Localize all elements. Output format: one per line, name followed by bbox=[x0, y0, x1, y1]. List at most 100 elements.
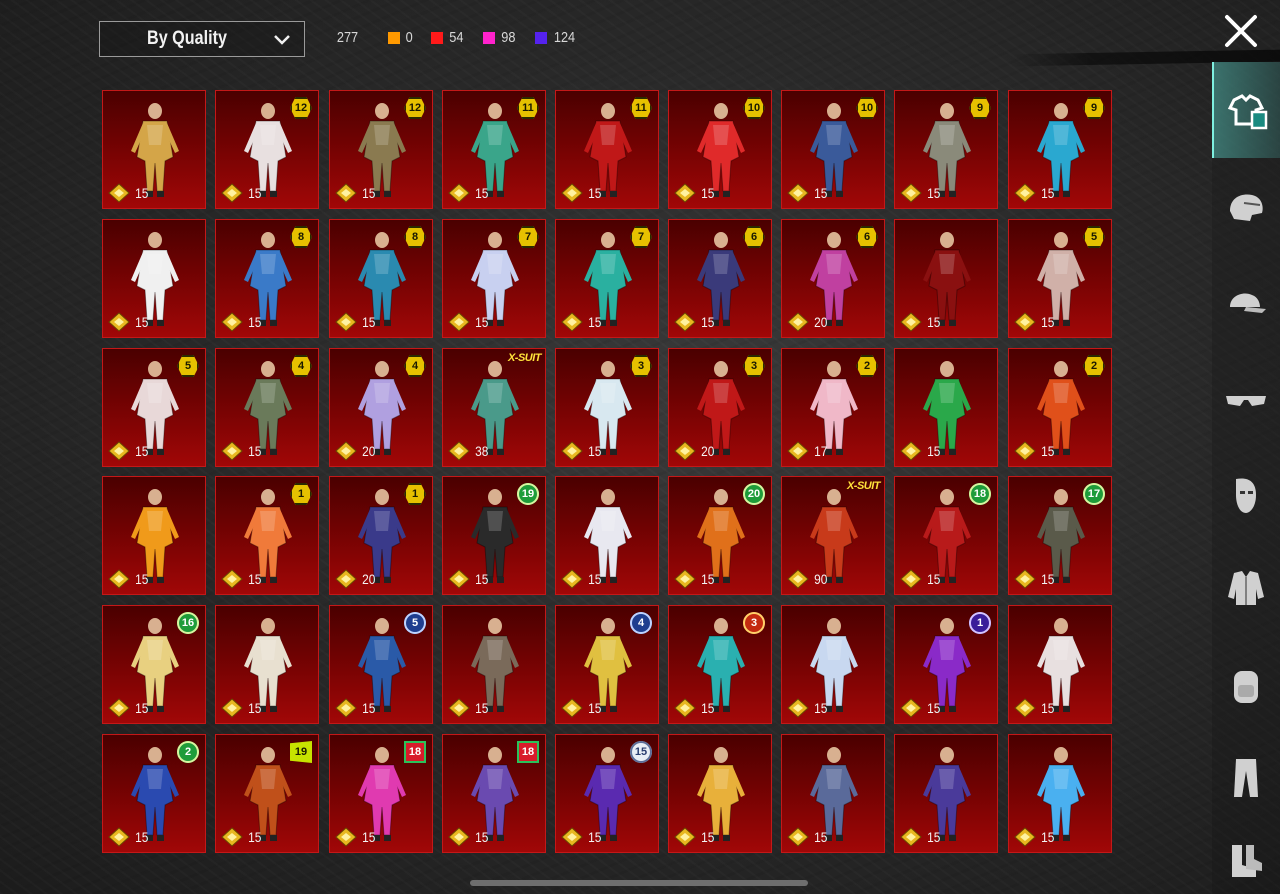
rank-value: 20 bbox=[701, 443, 715, 459]
rank-value: 15 bbox=[362, 700, 376, 716]
outfit-card[interactable]: 11 15 bbox=[555, 90, 659, 209]
close-icon[interactable] bbox=[1222, 12, 1260, 50]
sidebar-item-helmet[interactable] bbox=[1212, 172, 1280, 242]
level-badge: 18 bbox=[517, 741, 539, 763]
count-value: 98 bbox=[501, 29, 516, 46]
outfit-card[interactable]: 5 15 bbox=[102, 348, 206, 467]
outfit-card[interactable]: 15 bbox=[894, 348, 998, 467]
sort-dropdown[interactable]: By Quality bbox=[99, 21, 305, 57]
outfit-card[interactable]: 3 20 bbox=[668, 348, 772, 467]
rank-points: 15 bbox=[674, 569, 716, 589]
outfit-card[interactable]: 10 15 bbox=[668, 90, 772, 209]
pants-icon bbox=[1234, 759, 1258, 797]
outfit-card[interactable]: 4 20 bbox=[329, 348, 433, 467]
outfit-card[interactable]: 4 15 bbox=[555, 605, 659, 724]
outfit-grid: 15 12 15 12 15 11 15 11 15 10 15 10 15 9 15 9 15 15 8 15 8 15… bbox=[102, 90, 1114, 862]
outfit-card[interactable]: 9 15 bbox=[1008, 90, 1112, 209]
level-badge: 19 bbox=[517, 483, 539, 505]
home-indicator[interactable] bbox=[470, 880, 808, 886]
rank-emblem-icon bbox=[108, 569, 130, 589]
outfit-card[interactable]: 5 15 bbox=[1008, 219, 1112, 338]
rank-value: 15 bbox=[588, 443, 602, 459]
rank-emblem-icon bbox=[787, 698, 809, 718]
rank-emblem-icon bbox=[674, 827, 696, 847]
outfit-card[interactable]: 7 15 bbox=[555, 219, 659, 338]
sidebar-item-outfit[interactable] bbox=[1212, 62, 1280, 158]
outfit-card[interactable]: 18 15 bbox=[329, 734, 433, 853]
rank-points: 15 bbox=[335, 183, 377, 203]
outfit-card[interactable]: 8 15 bbox=[329, 219, 433, 338]
sidebar-item-glasses[interactable] bbox=[1212, 363, 1280, 433]
level-badge-value: 16 bbox=[181, 617, 195, 629]
outfit-card[interactable]: 10 15 bbox=[781, 90, 885, 209]
outfit-card[interactable]: 15 bbox=[781, 605, 885, 724]
outfit-card[interactable]: 15 bbox=[1008, 605, 1112, 724]
level-badge-value: 1 bbox=[297, 488, 305, 500]
outfit-card[interactable]: 15 bbox=[894, 219, 998, 338]
sidebar-item-shoes[interactable] bbox=[1212, 824, 1280, 894]
outfit-card[interactable]: 15 bbox=[102, 90, 206, 209]
sidebar-item-jacket[interactable] bbox=[1212, 552, 1280, 622]
rank-points: 15 bbox=[221, 183, 263, 203]
outfit-card[interactable]: 12 15 bbox=[329, 90, 433, 209]
outfit-card[interactable]: 5 15 bbox=[329, 605, 433, 724]
outfit-card[interactable]: 9 15 bbox=[894, 90, 998, 209]
outfit-card[interactable]: 2 15 bbox=[1008, 348, 1112, 467]
rank-value: 15 bbox=[248, 443, 262, 459]
outfit-card[interactable]: 3 15 bbox=[668, 605, 772, 724]
sidebar-item-mask[interactable] bbox=[1212, 460, 1280, 530]
outfit-card[interactable]: 2 17 bbox=[781, 348, 885, 467]
outfit-card[interactable]: 19 15 bbox=[442, 476, 546, 595]
outfit-card[interactable]: 19 15 bbox=[215, 734, 319, 853]
outfit-card[interactable]: 8 15 bbox=[215, 219, 319, 338]
outfit-card[interactable]: 15 bbox=[894, 734, 998, 853]
outfit-card[interactable]: 20 15 bbox=[668, 476, 772, 595]
rank-points: 15 bbox=[448, 698, 490, 718]
outfit-card[interactable]: 2 15 bbox=[102, 734, 206, 853]
outfit-card[interactable]: 1 15 bbox=[894, 605, 998, 724]
outfit-card[interactable]: 15 15 bbox=[555, 734, 659, 853]
rank-points: 15 bbox=[900, 569, 942, 589]
rank-emblem-icon bbox=[900, 312, 922, 332]
outfit-card[interactable]: 15 bbox=[555, 476, 659, 595]
rank-points: 15 bbox=[787, 827, 829, 847]
rank-points: 15 bbox=[1014, 312, 1056, 332]
level-badge: 12 bbox=[290, 97, 312, 119]
outfit-card[interactable]: 4 15 bbox=[215, 348, 319, 467]
outfit-card[interactable]: 11 15 bbox=[442, 90, 546, 209]
rank-points: 15 bbox=[561, 441, 603, 461]
rank-points: 15 bbox=[448, 569, 490, 589]
count-pink: 98 bbox=[483, 29, 517, 46]
outfit-card[interactable]: 15 bbox=[102, 476, 206, 595]
outfit-card[interactable]: 18 15 bbox=[442, 734, 546, 853]
level-badge-value: 15 bbox=[634, 746, 648, 758]
outfit-card[interactable]: 15 bbox=[215, 605, 319, 724]
sidebar-item-backpack[interactable] bbox=[1212, 650, 1280, 720]
outfit-card[interactable]: 3 15 bbox=[555, 348, 659, 467]
sidebar-item-cap[interactable] bbox=[1212, 268, 1280, 338]
outfit-card[interactable]: 15 bbox=[668, 734, 772, 853]
outfit-card[interactable]: 15 bbox=[1008, 734, 1112, 853]
rank-emblem-icon bbox=[335, 312, 357, 332]
level-badge-value: 11 bbox=[635, 102, 647, 114]
outfit-card[interactable]: 1 15 bbox=[215, 476, 319, 595]
mask-icon bbox=[1236, 478, 1256, 513]
sidebar-item-pants[interactable] bbox=[1212, 742, 1280, 812]
outfit-card[interactable]: 15 bbox=[781, 734, 885, 853]
outfit-card[interactable]: 6 15 bbox=[668, 219, 772, 338]
outfit-card[interactable]: 6 20 bbox=[781, 219, 885, 338]
outfit-card[interactable]: 12 15 bbox=[215, 90, 319, 209]
level-badge: 4 bbox=[630, 612, 652, 634]
outfit-card[interactable]: 15 bbox=[102, 219, 206, 338]
outfit-card[interactable]: X-SUIT 90 bbox=[781, 476, 885, 595]
outfit-card[interactable]: 15 bbox=[442, 605, 546, 724]
outfit-card[interactable]: 7 15 bbox=[442, 219, 546, 338]
rank-points: 15 bbox=[900, 183, 942, 203]
outfit-card[interactable]: 18 15 bbox=[894, 476, 998, 595]
outfit-card[interactable]: 17 15 bbox=[1008, 476, 1112, 595]
outfit-card[interactable]: X-SUIT 38 bbox=[442, 348, 546, 467]
jacket-icon bbox=[1228, 571, 1264, 605]
outfit-card[interactable]: 1 20 bbox=[329, 476, 433, 595]
outfit-card[interactable]: 16 15 bbox=[102, 605, 206, 724]
rank-value: 15 bbox=[1041, 314, 1055, 330]
